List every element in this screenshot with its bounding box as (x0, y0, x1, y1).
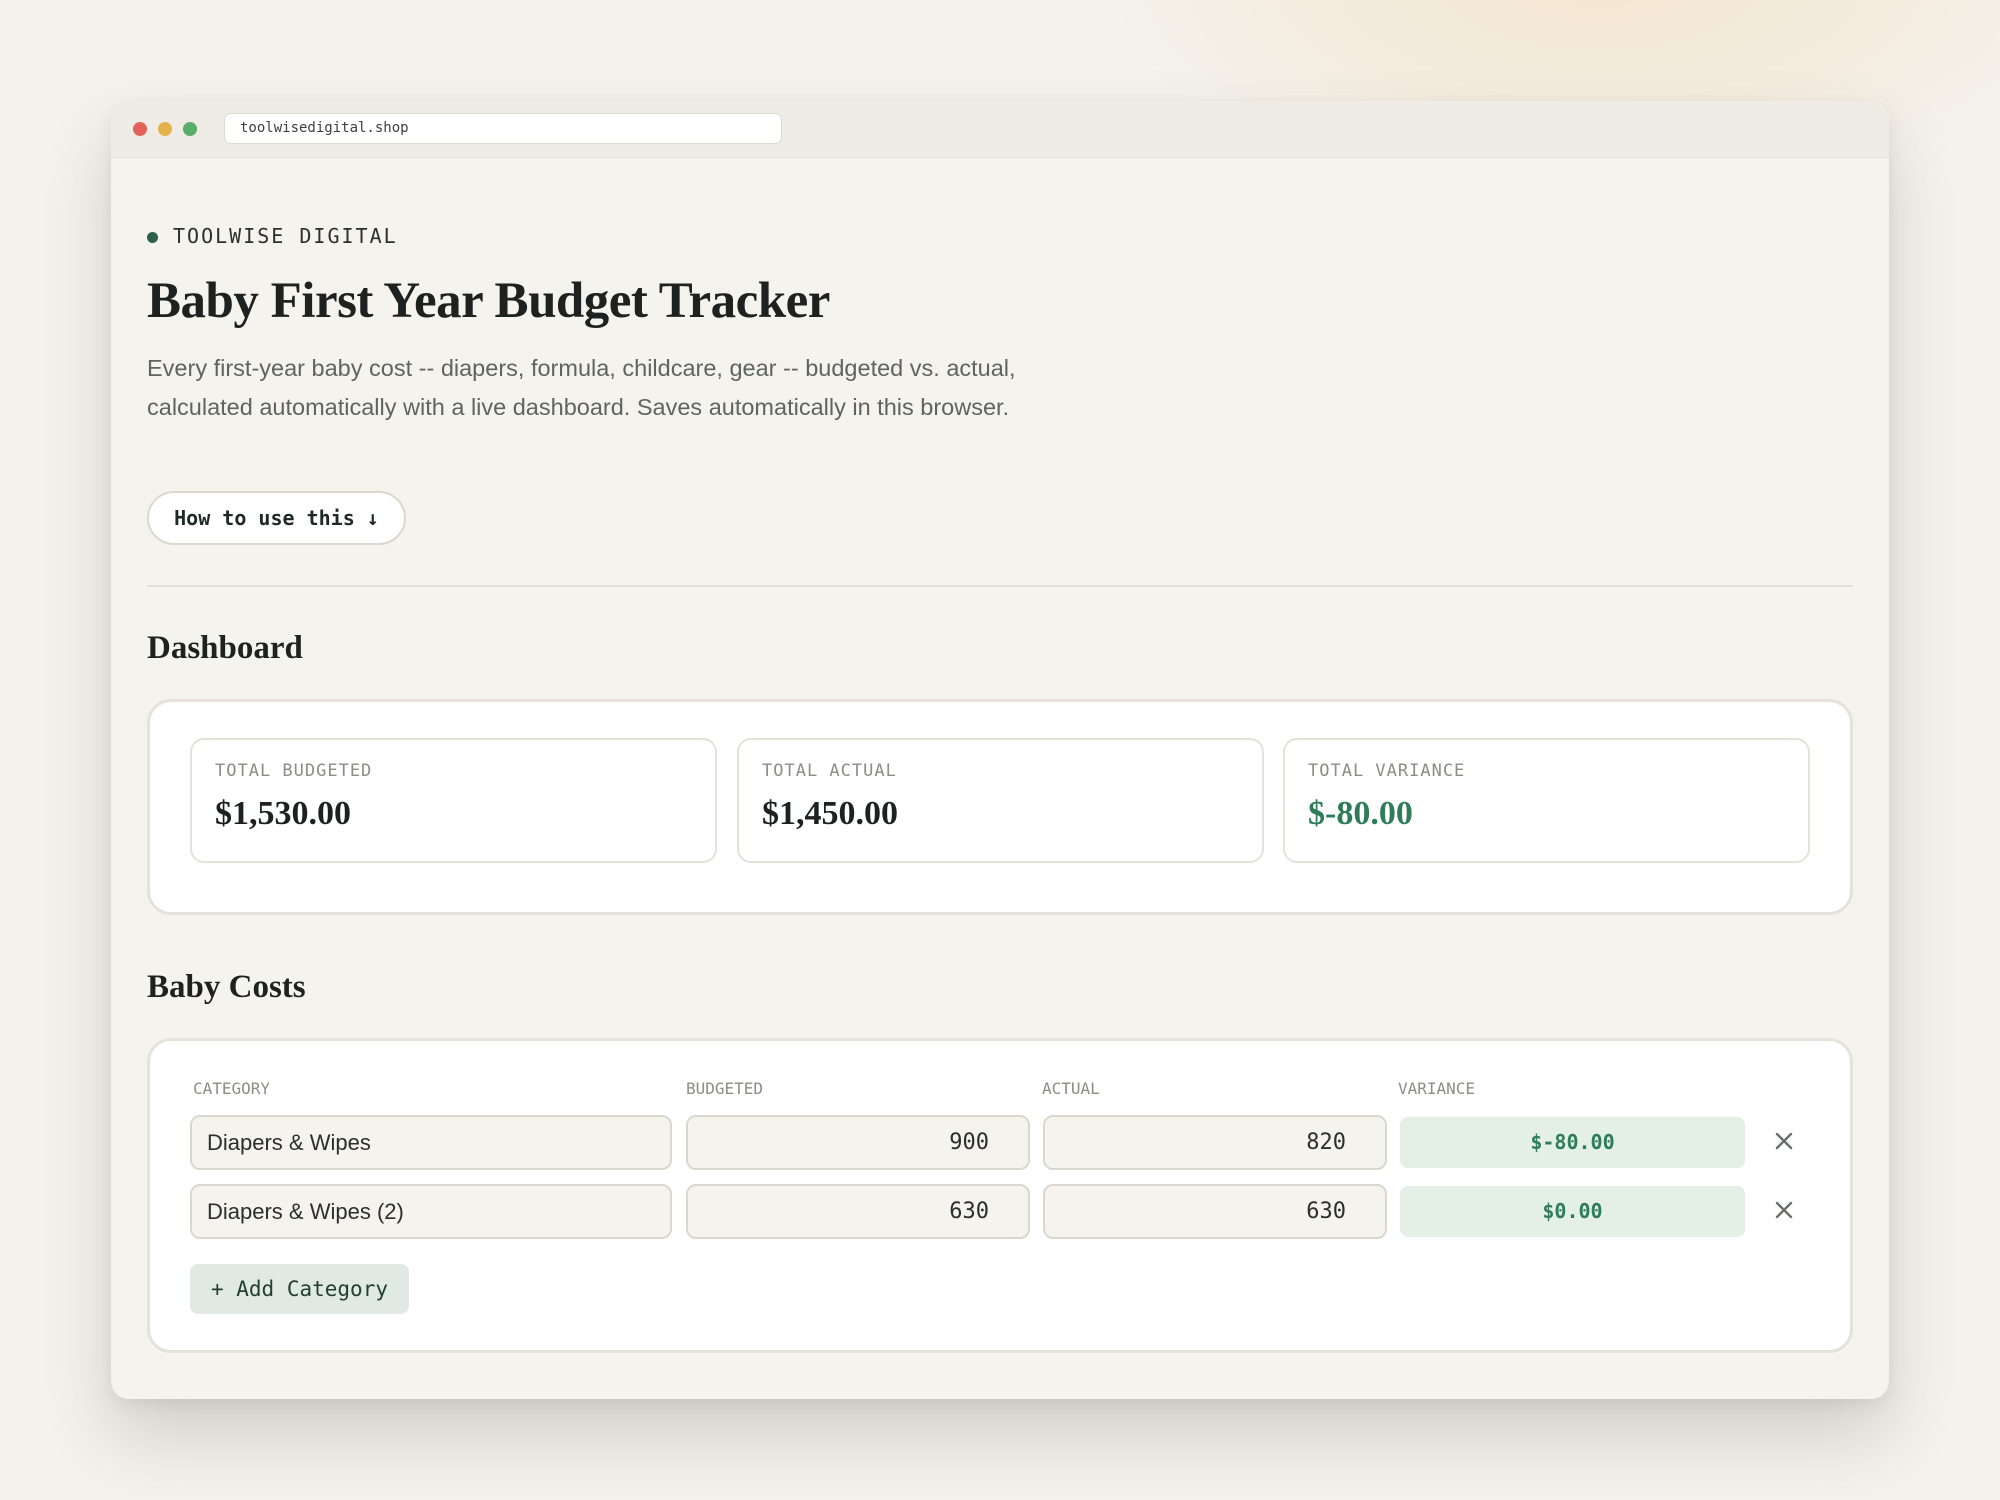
variance-badge: $0.00 (1400, 1186, 1745, 1237)
stat-card-total-actual: TOTAL ACTUAL $1,450.00 (737, 738, 1264, 863)
column-header-category: CATEGORY (193, 1079, 271, 1098)
browser-titlebar: toolwisedigital.shop (111, 101, 1889, 158)
minimize-window-dot[interactable] (158, 122, 172, 136)
maximize-window-dot[interactable] (183, 122, 197, 136)
category-input[interactable]: Diapers & Wipes (190, 1115, 672, 1170)
stat-label: TOTAL ACTUAL (762, 761, 897, 781)
column-header-actual: ACTUAL (1042, 1079, 1100, 1098)
baby-costs-title: Baby Costs (147, 969, 306, 1005)
how-to-use-button[interactable]: How to use this ↓ (147, 491, 406, 545)
page-title: Baby First Year Budget Tracker (147, 273, 830, 329)
stat-value: $1,450.00 (762, 795, 898, 832)
close-icon (1775, 1132, 1793, 1150)
address-bar[interactable]: toolwisedigital.shop (224, 113, 782, 144)
page-subtitle: Every first-year baby cost -- diapers, f… (147, 355, 1016, 420)
actual-input[interactable]: 630 (1043, 1184, 1387, 1239)
category-input[interactable]: Diapers & Wipes (2) (190, 1184, 672, 1239)
close-icon (1775, 1201, 1793, 1219)
brand-dot-icon (147, 232, 158, 243)
remove-row-button[interactable] (1769, 1126, 1799, 1156)
variance-badge: $-80.00 (1400, 1117, 1745, 1168)
dashboard-title: Dashboard (147, 630, 303, 666)
budgeted-input[interactable]: 630 (686, 1184, 1030, 1239)
add-category-button[interactable]: + Add Category (190, 1264, 409, 1314)
stat-card-total-budgeted: TOTAL BUDGETED $1,530.00 (190, 738, 717, 863)
stat-value: $-80.00 (1308, 795, 1413, 832)
stat-value: $1,530.00 (215, 795, 351, 832)
stat-label: TOTAL BUDGETED (215, 761, 373, 781)
stat-card-total-variance: TOTAL VARIANCE $-80.00 (1283, 738, 1810, 863)
column-header-variance: VARIANCE (1398, 1079, 1476, 1098)
close-window-dot[interactable] (133, 122, 147, 136)
section-divider (147, 585, 1853, 587)
brand-name: TOOLWISE DIGITAL (173, 224, 398, 248)
budgeted-input[interactable]: 900 (686, 1115, 1030, 1170)
actual-input[interactable]: 820 (1043, 1115, 1387, 1170)
column-header-budgeted: BUDGETED (686, 1079, 764, 1098)
remove-row-button[interactable] (1769, 1195, 1799, 1225)
stat-label: TOTAL VARIANCE (1308, 761, 1466, 781)
